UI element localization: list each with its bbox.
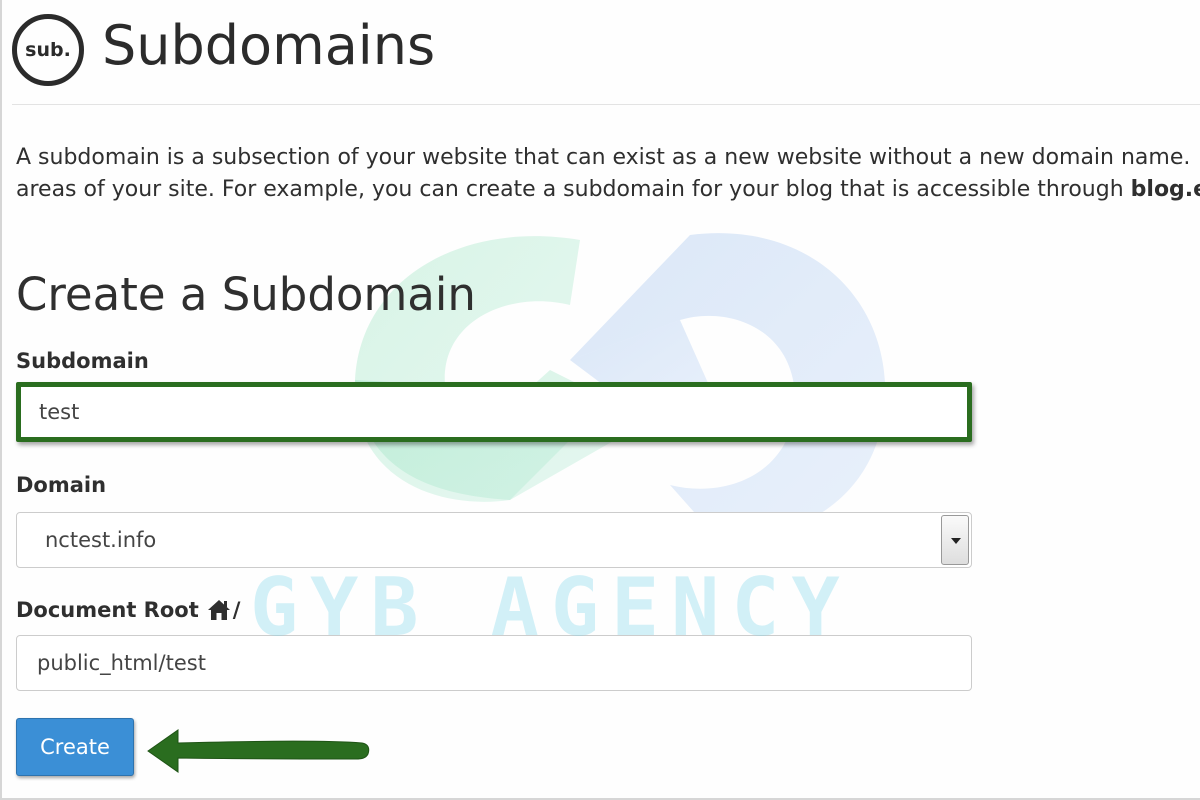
- sub-logo-icon: sub.: [12, 14, 84, 86]
- home-icon: [207, 600, 230, 620]
- page-frame: sub. Subdomains A subdomain is a subsect…: [0, 0, 1200, 800]
- chevron-down-icon[interactable]: [941, 515, 969, 565]
- subdomain-label: Subdomain: [16, 349, 149, 373]
- page-header: sub. Subdomains: [12, 6, 435, 94]
- description-example-domain: blog.e: [1130, 177, 1200, 202]
- frame-left-border: [0, 0, 2, 800]
- page-description: A subdomain is a subsection of your webs…: [16, 142, 1200, 206]
- header-divider: [12, 104, 1200, 105]
- section-title: Create a Subdomain: [16, 268, 476, 321]
- document-root-slash: /: [232, 597, 241, 622]
- domain-label: Domain: [16, 473, 107, 497]
- domain-select-value: nctest.info: [45, 528, 157, 552]
- document-root-label-text: Document Root: [16, 597, 199, 622]
- page-title: Subdomains: [102, 14, 436, 77]
- subdomain-input[interactable]: [16, 382, 972, 442]
- description-line-1: A subdomain is a subsection of your webs…: [16, 145, 1191, 170]
- document-root-input[interactable]: [16, 635, 972, 691]
- description-line-2: areas of your site. For example, you can…: [16, 174, 1200, 206]
- domain-select[interactable]: nctest.info: [16, 512, 972, 568]
- description-line-2-text: areas of your site. For example, you can…: [16, 177, 1131, 202]
- logo-text: sub.: [25, 39, 71, 61]
- arrow-left-icon: [147, 729, 370, 773]
- document-root-label: Document Root /: [16, 599, 240, 621]
- create-button[interactable]: Create: [16, 718, 134, 776]
